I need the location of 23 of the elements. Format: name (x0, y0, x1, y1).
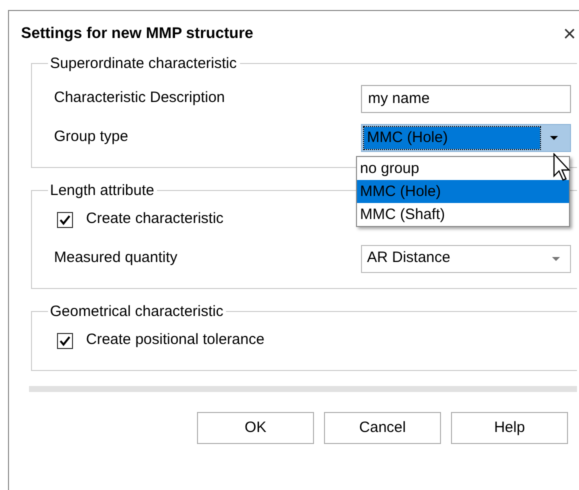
caret-icon (552, 256, 560, 260)
checkbox[interactable] (57, 212, 73, 228)
group-title: Geometrical characteristic (49, 304, 224, 319)
field-label: Characteristic Description (54, 88, 226, 108)
dialog-button[interactable]: OK (197, 412, 314, 444)
dialog-button[interactable]: Help (451, 412, 568, 444)
group-title: Length attribute (49, 183, 156, 198)
checkbox-label: Create positional tolerance (86, 330, 264, 350)
close-button[interactable]: × (563, 22, 576, 44)
dropdown[interactable]: AR Distance (361, 244, 571, 272)
dropdown-option[interactable]: no group (357, 157, 569, 180)
dialog-title: Settings for new MMP structure (21, 24, 254, 44)
caret-icon (550, 136, 558, 140)
field-label: Measured quantity (54, 248, 178, 268)
checkbox[interactable] (57, 332, 73, 348)
dropdown-option[interactable]: MMC (Shaft) (357, 203, 569, 226)
checkbox-label: Create characteristic (86, 209, 224, 230)
group-title: Superordinate characteristic (49, 56, 238, 71)
dialog-button[interactable]: Cancel (324, 412, 441, 444)
field-label: Group type (54, 127, 130, 148)
text-field[interactable]: my name (361, 84, 571, 112)
dropdown[interactable]: MMC (Hole) (361, 124, 571, 152)
dropdown-option[interactable]: MMC (Hole) (357, 180, 569, 203)
